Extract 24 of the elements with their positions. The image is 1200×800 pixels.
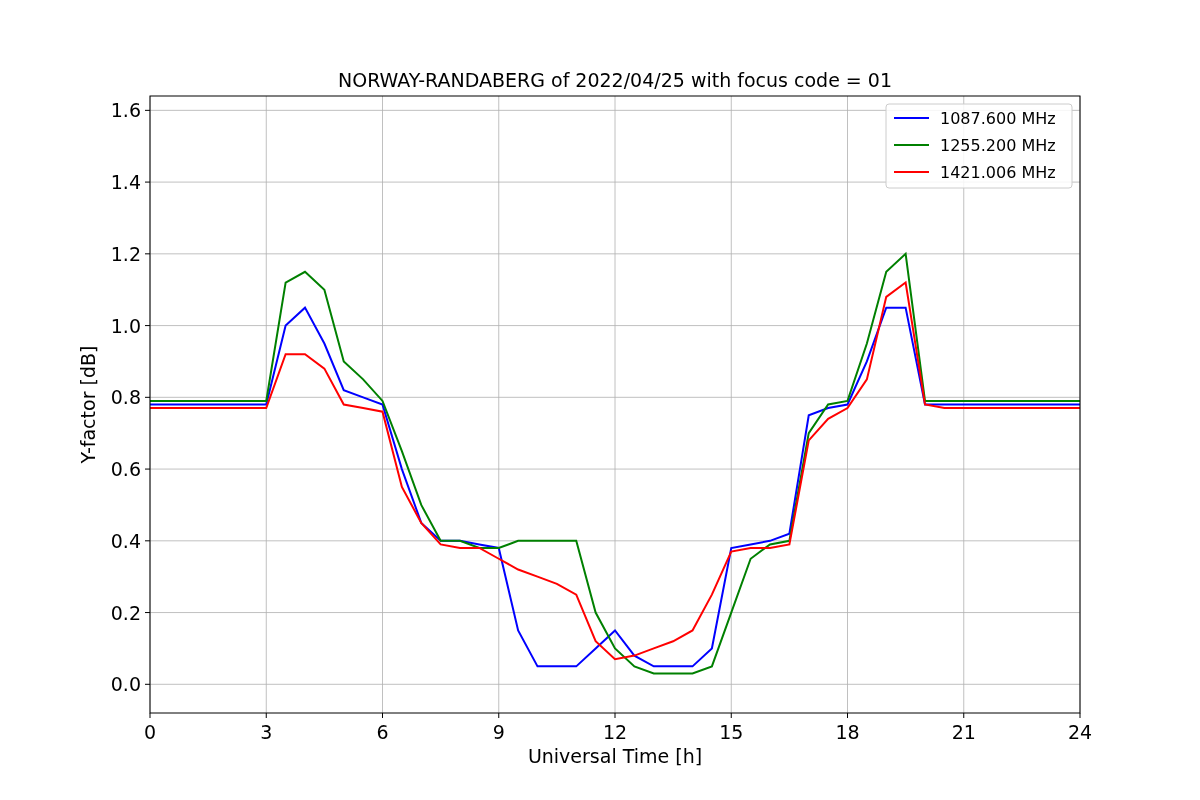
x-tick-label: 18 bbox=[835, 721, 860, 743]
y-axis-label: Y-factor [dB] bbox=[77, 345, 99, 464]
x-tick-label: 0 bbox=[143, 721, 157, 743]
y-tick-label: 0.0 bbox=[110, 673, 141, 696]
chart-title: NORWAY-RANDABERG of 2022/04/25 with focus code = 01 bbox=[338, 69, 892, 91]
x-tick-label: 24 bbox=[1067, 721, 1093, 743]
y-tick-label: 0.2 bbox=[110, 601, 141, 624]
legend-label: 1087.600 MHz bbox=[940, 109, 1056, 128]
y-tick-label: 0.6 bbox=[110, 458, 141, 481]
x-tick-label: 3 bbox=[260, 721, 273, 743]
y-tick-label: 1.6 bbox=[110, 99, 141, 122]
x-tick-label: 9 bbox=[492, 721, 505, 743]
y-tick-label: 1.0 bbox=[110, 314, 141, 337]
x-tick-label: 21 bbox=[951, 721, 976, 743]
y-tick-label: 0.8 bbox=[110, 386, 141, 409]
y-tick-label: 0.4 bbox=[110, 529, 141, 552]
x-tick-label: 12 bbox=[602, 721, 628, 743]
y-tick-label: 1.2 bbox=[110, 242, 141, 265]
x-tick-label: 15 bbox=[719, 721, 744, 743]
legend-label: 1421.006 MHz bbox=[940, 163, 1056, 182]
x-tick-label: 6 bbox=[376, 721, 389, 743]
y-tick-label: 1.4 bbox=[110, 171, 141, 194]
legend-label: 1255.200 MHz bbox=[940, 136, 1056, 155]
x-axis-label: Universal Time [h] bbox=[527, 745, 703, 767]
